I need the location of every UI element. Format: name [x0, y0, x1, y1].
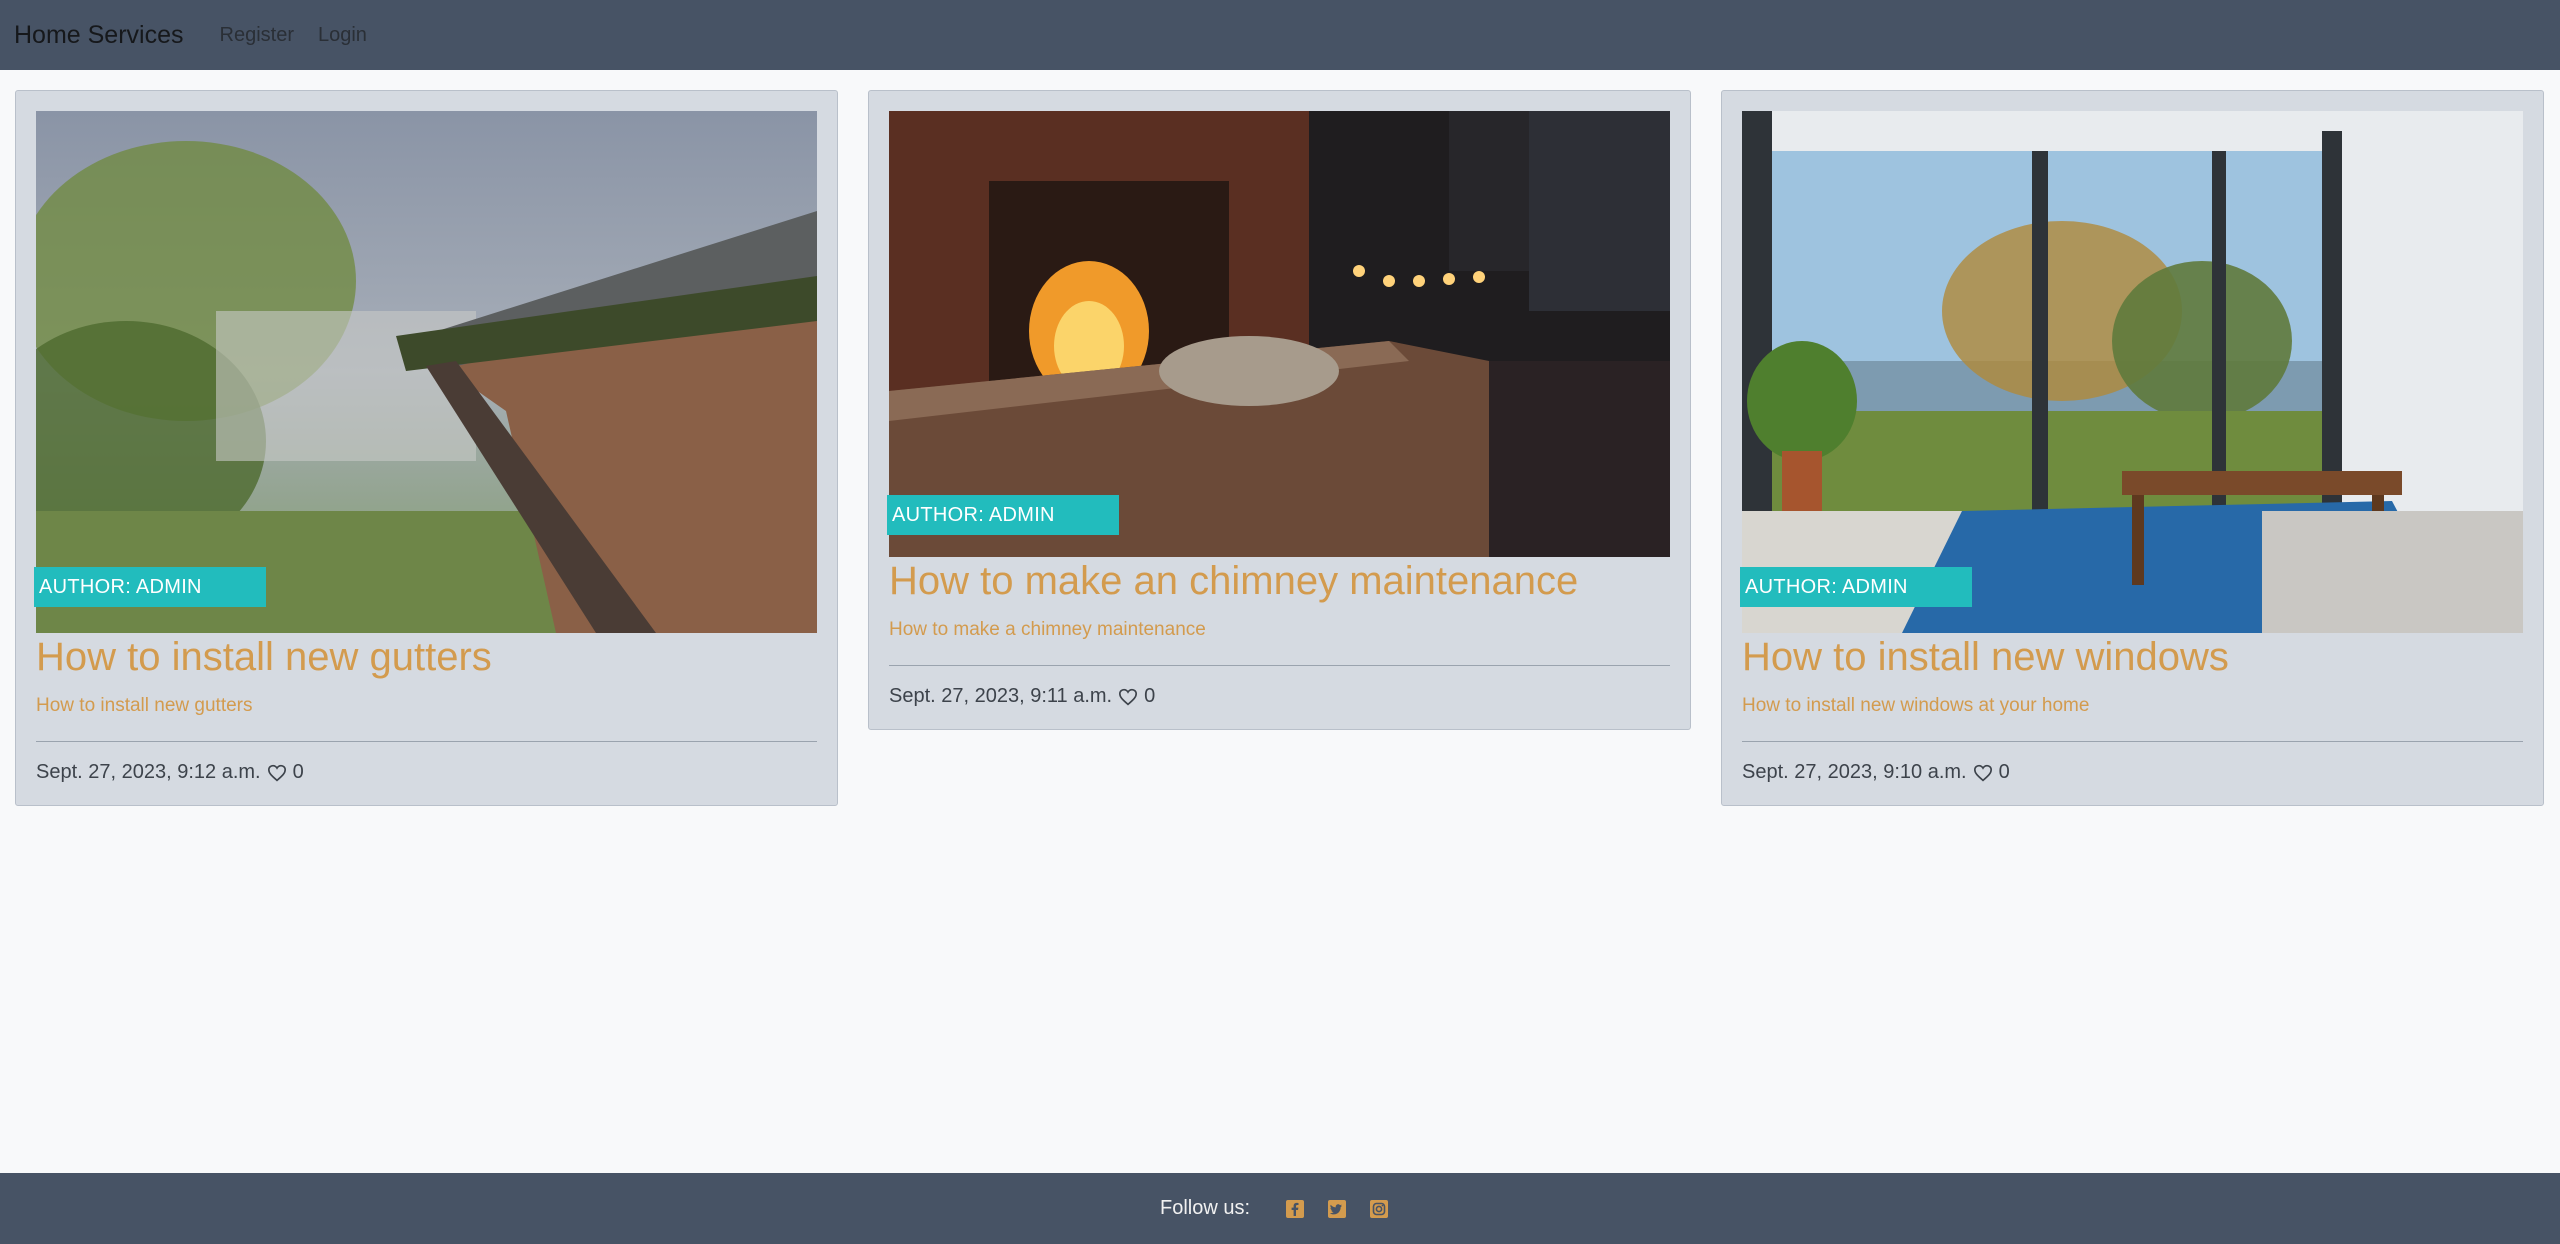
heart-icon[interactable]: [1118, 688, 1138, 706]
post-date: Sept. 27, 2023, 9:10 a.m.: [1742, 761, 1967, 783]
twitter-icon[interactable]: [1328, 1199, 1347, 1218]
author-badge: AUTHOR: ADMIN: [887, 495, 1119, 535]
post-description: How to make a chimney maintenance: [889, 619, 1206, 640]
heart-icon[interactable]: [267, 764, 287, 782]
heart-icon[interactable]: [1973, 764, 1993, 782]
navbar: Home Services Register Login: [0, 0, 2560, 70]
post-meta: Sept. 27, 2023, 9:12 a.m. 0: [36, 761, 304, 784]
brand-logo[interactable]: Home Services: [14, 21, 184, 50]
post-card[interactable]: AUTHOR: ADMIN How to install new gutters…: [15, 90, 838, 806]
post-card[interactable]: AUTHOR: ADMIN How to make an chimney mai…: [868, 90, 1691, 730]
card-divider: [1742, 741, 2523, 742]
follow-us-label: Follow us:: [1159, 1197, 1251, 1219]
facebook-icon[interactable]: [1286, 1199, 1305, 1218]
footer: Follow us:: [0, 1173, 2560, 1244]
post-title[interactable]: How to install new gutters: [36, 635, 492, 680]
post-meta: Sept. 27, 2023, 9:11 a.m. 0: [889, 685, 1155, 708]
post-date: Sept. 27, 2023, 9:11 a.m.: [889, 685, 1113, 707]
post-image-gutters[interactable]: [36, 111, 817, 633]
like-count: 0: [292, 761, 304, 783]
post-image-chimney[interactable]: [889, 111, 1670, 557]
post-title[interactable]: How to install new windows: [1742, 635, 2229, 680]
post-description: How to install new windows at your home: [1742, 695, 2090, 716]
nav-register-link[interactable]: Register: [220, 24, 294, 47]
post-title[interactable]: How to make an chimney maintenance: [889, 559, 1578, 604]
post-card[interactable]: AUTHOR: ADMIN How to install new windows…: [1721, 90, 2544, 806]
nav-login-link[interactable]: Login: [318, 24, 367, 47]
post-date: Sept. 27, 2023, 9:12 a.m.: [36, 761, 261, 783]
instagram-icon[interactable]: [1370, 1199, 1389, 1218]
post-meta: Sept. 27, 2023, 9:10 a.m. 0: [1742, 761, 2010, 784]
like-count: 0: [1998, 761, 2010, 783]
like-count: 0: [1144, 685, 1156, 707]
card-divider: [889, 665, 1670, 666]
card-divider: [36, 741, 817, 742]
post-image-windows[interactable]: [1742, 111, 2523, 633]
post-description: How to install new gutters: [36, 695, 253, 716]
author-badge: AUTHOR: ADMIN: [34, 567, 266, 607]
author-badge: AUTHOR: ADMIN: [1740, 567, 1972, 607]
